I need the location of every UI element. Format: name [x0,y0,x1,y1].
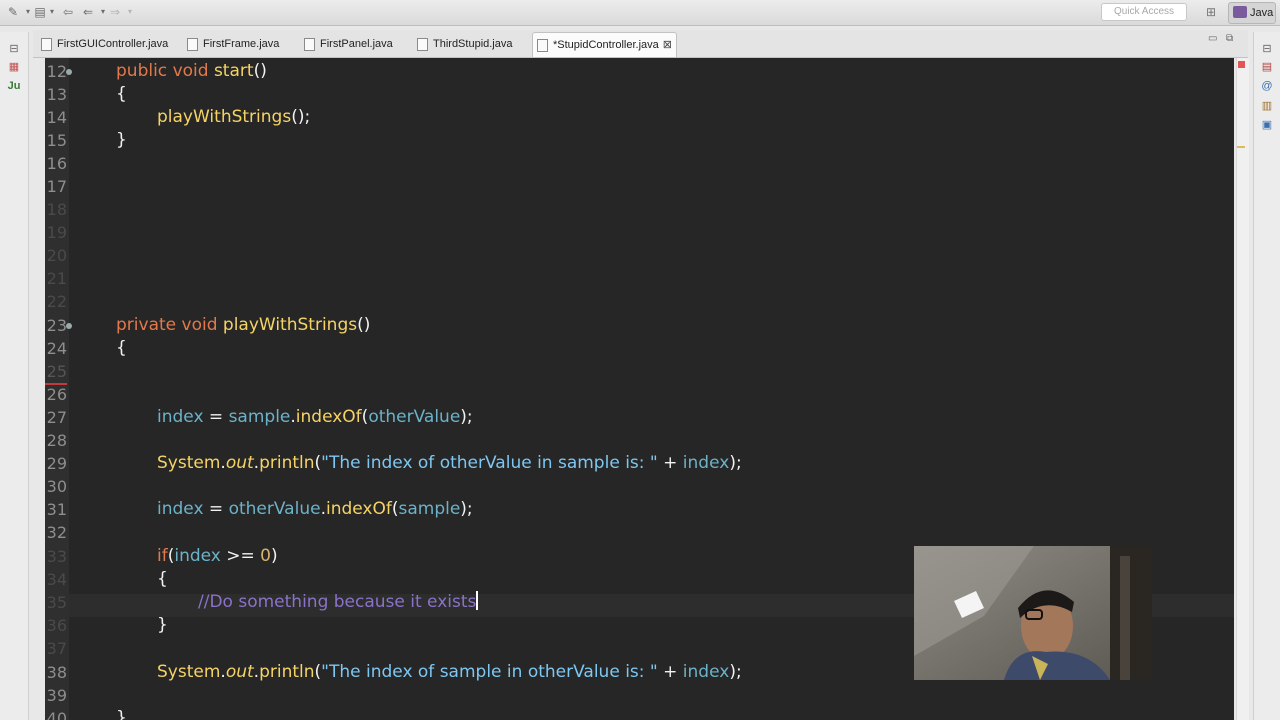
line-number: 24 [46,339,67,358]
code-line-38: System.out.println("The index of sample … [157,662,742,682]
line-number: 14 [46,108,67,127]
new-wizard-icon[interactable]: ✎ [5,4,21,20]
vertical-scrollbar[interactable] [1236,58,1249,720]
tab-label: ThirdStupid.java [433,38,513,50]
code-line-31: index = otherValue.indexOf(sample); [157,499,473,519]
restore-icon[interactable]: ⊟ [6,42,22,55]
line-number: 12 [46,62,67,81]
line-number: 26 [46,385,67,404]
code-line-34: { [157,569,168,589]
line-number: 16 [46,154,67,173]
java-file-icon [304,38,315,51]
perspective-label: Java [1250,7,1274,19]
java-file-icon [187,38,198,51]
code-line-24: { [116,338,127,358]
java-file-icon [537,39,548,52]
back-icon[interactable]: ⇐ [80,4,96,20]
line-number: 34 [46,570,67,589]
line-number: 38 [46,663,67,682]
declaration-icon[interactable]: ▥ [1259,99,1275,112]
line-number: 32 [46,523,67,542]
tab-firstframe[interactable]: FirstFrame.java [183,32,283,57]
webcam-overlay [914,546,1152,680]
javadoc-icon[interactable]: @ [1259,80,1275,92]
tab-firstguicontroller[interactable]: FirstGUIController.java [37,32,168,57]
close-tab-icon[interactable]: ⊠ [663,33,672,58]
task-list-icon[interactable]: ▤ [1259,60,1275,73]
forward-icon[interactable]: ⇒ [107,4,123,20]
line-number-ruler: 12 13 14 15 16 17 18 19 20 21 22 23 24 2… [45,58,69,720]
code-line-27: index = sample.indexOf(otherValue); [157,407,473,427]
line-number: 21 [46,269,67,288]
line-number: 39 [46,686,67,705]
line-number: 30 [46,477,67,496]
tab-thirdstupid[interactable]: ThirdStupid.java [413,32,518,57]
right-trim-stack: ⊟ ▤ @ ▥ ▣ [1253,32,1280,720]
warning-overview-marker[interactable] [1237,146,1245,148]
dropdown-arrow-icon[interactable]: ▾ [44,4,60,20]
code-line-23: private void playWithStrings() [116,315,371,335]
java-file-icon [417,38,428,51]
webcam-image [914,546,1152,680]
line-number: 17 [46,177,67,196]
console-icon[interactable]: ▣ [1259,118,1275,131]
minimize-icon[interactable]: ▭ [1208,33,1217,44]
line-number: 29 [46,454,67,473]
code-line-36: } [157,615,168,635]
open-perspective-icon[interactable]: ⊞ [1203,5,1219,19]
left-trim-stack: ⊟ ▦ Ju [0,32,29,720]
code-line-15: } [116,130,127,150]
quick-access-input[interactable]: Quick Access [1101,3,1187,21]
java-perspective-icon [1233,6,1247,18]
tab-firstpanel[interactable]: FirstPanel.java [300,32,400,57]
line-number: 13 [46,85,67,104]
maximize-icon[interactable]: ⧉ [1226,33,1233,44]
tab-label: *StupidController.java [553,39,659,51]
line-number: 20 [46,246,67,265]
line-number: 31 [46,500,67,519]
code-line-14: playWithStrings(); [157,107,311,127]
line-number: 27 [46,408,67,427]
line-number: 36 [46,616,67,635]
code-line-33: if(index >= 0) [157,546,278,566]
junit-icon[interactable]: Ju [6,80,22,92]
line-number: 22 [46,292,67,311]
restore-icon[interactable]: ⊟ [1259,42,1275,55]
line-number: 40 [46,709,67,720]
line-number: 35 [46,593,67,612]
line-number: 25 [45,360,67,385]
override-marker-icon [66,69,72,75]
line-number: 19 [46,223,67,242]
editor-tab-bar: FirstGUIController.java FirstFrame.java … [33,30,1248,58]
line-number: 28 [46,431,67,450]
java-file-icon [41,38,52,51]
tab-stupidcontroller[interactable]: *StupidController.java ⊠ [532,32,677,57]
line-number: 18 [46,200,67,219]
error-overview-marker[interactable] [1238,61,1245,68]
code-line-12: public void start() [116,61,267,81]
main-toolbar: ✎ ▾ ▤ ▾ ⇦ ⇐ ▾ ⇒ ▾ Quick Access ⊞ Java [0,0,1280,26]
last-edit-location-icon[interactable]: ⇦ [60,4,76,20]
tab-label: FirstGUIController.java [57,38,169,50]
code-line-40: } [116,708,127,720]
code-line-35: //Do something because it exists [198,591,479,612]
text-cursor [476,591,479,610]
tab-label: FirstPanel.java [320,38,393,50]
tab-label: FirstFrame.java [203,38,280,50]
code-line-29: System.out.println("The index of otherVa… [157,453,742,473]
java-perspective-button[interactable]: Java [1228,2,1276,24]
dropdown-arrow-icon[interactable]: ▾ [122,4,138,20]
line-number: 33 [46,547,67,566]
line-number: 37 [46,639,67,658]
code-line-13: { [116,84,127,104]
line-number: 23 [46,316,67,335]
package-explorer-icon[interactable]: ▦ [6,60,22,73]
line-number: 15 [46,131,67,150]
override-marker-icon [66,323,72,329]
